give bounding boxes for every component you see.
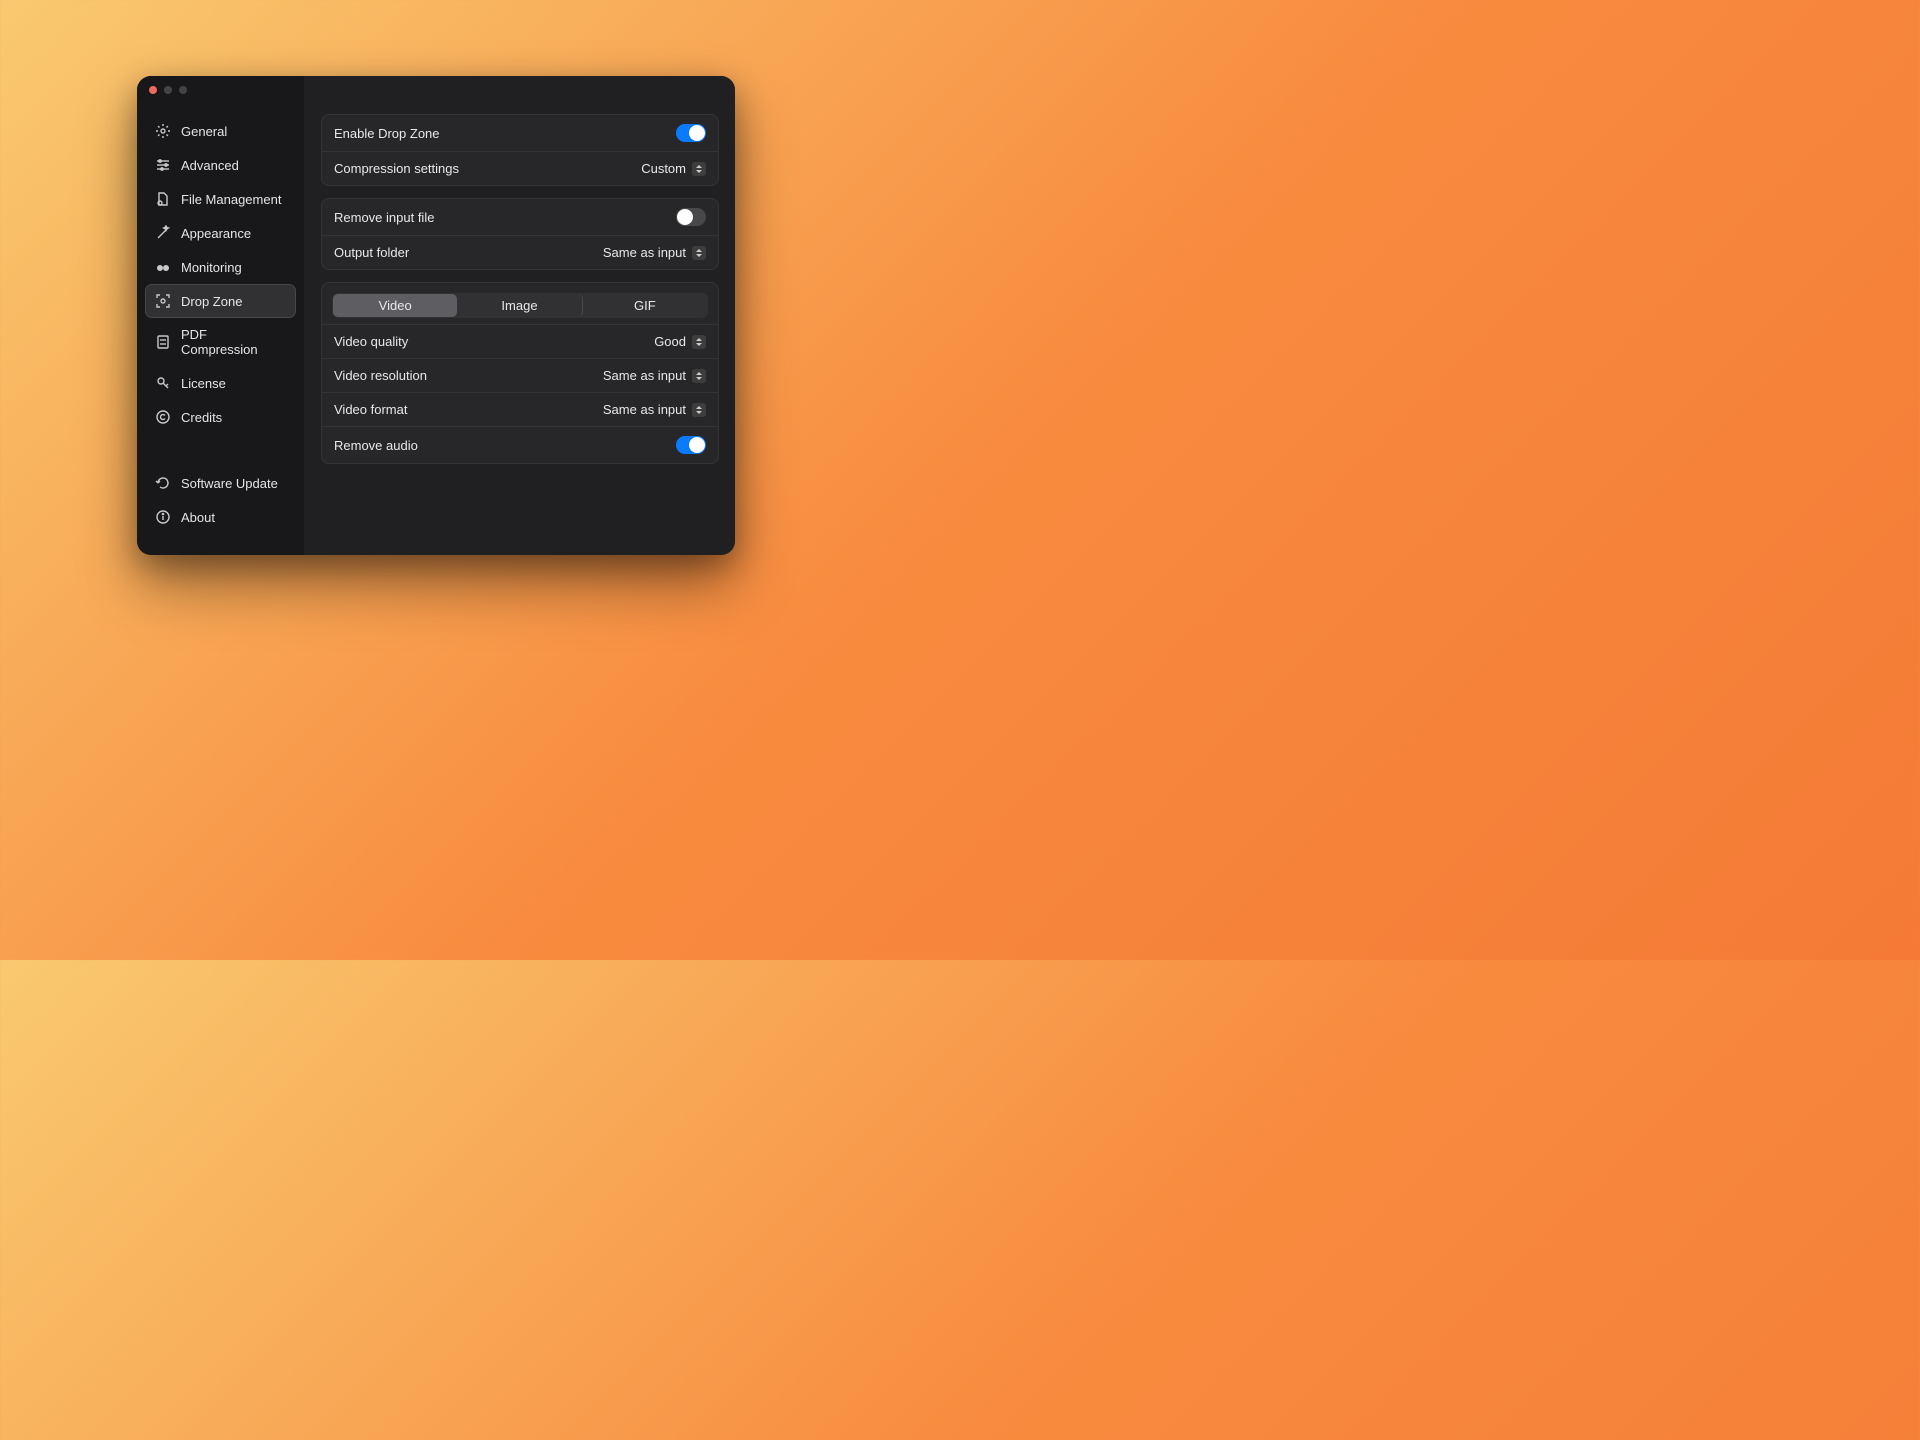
minimize-window-button[interactable] <box>164 86 172 94</box>
segment-gif[interactable]: GIF <box>583 294 707 317</box>
chevrons-icon <box>692 162 706 176</box>
row-video-resolution: Video resolution Same as input <box>322 359 718 393</box>
segment-image[interactable]: Image <box>457 294 582 317</box>
chevrons-icon <box>692 369 706 383</box>
sidebar-item-label: Advanced <box>181 158 239 173</box>
remove-audio-toggle[interactable] <box>676 436 706 454</box>
row-output-folder: Output folder Same as input <box>322 236 718 269</box>
panel-drop-zone: Enable Drop Zone Compression settings Cu… <box>321 114 719 186</box>
sidebar-item-label: License <box>181 376 226 391</box>
video-resolution-value: Same as input <box>603 368 686 383</box>
info-icon <box>155 509 171 525</box>
pdf-icon <box>155 334 171 350</box>
row-remove-audio: Remove audio <box>322 427 718 463</box>
sidebar-item-drop-zone[interactable]: Drop Zone <box>145 284 296 318</box>
sidebar-item-label: PDF Compression <box>181 327 286 357</box>
chevrons-icon <box>692 246 706 260</box>
sidebar-item-label: Drop Zone <box>181 294 242 309</box>
row-enable-drop-zone: Enable Drop Zone <box>322 115 718 152</box>
sidebar-item-general[interactable]: General <box>145 114 296 148</box>
sidebar: General Advanced File Management Appeara… <box>137 76 305 555</box>
sidebar-item-label: General <box>181 124 227 139</box>
sidebar-item-appearance[interactable]: Appearance <box>145 216 296 250</box>
output-folder-label: Output folder <box>334 245 409 260</box>
compression-settings-select[interactable]: Custom <box>641 161 706 176</box>
video-quality-label: Video quality <box>334 334 408 349</box>
row-video-format: Video format Same as input <box>322 393 718 427</box>
maximize-window-button[interactable] <box>179 86 187 94</box>
sidebar-item-label: Software Update <box>181 476 278 491</box>
copyright-icon <box>155 409 171 425</box>
sidebar-item-label: Monitoring <box>181 260 242 275</box>
remove-input-file-toggle[interactable] <box>676 208 706 226</box>
key-icon <box>155 375 171 391</box>
compression-settings-label: Compression settings <box>334 161 459 176</box>
sidebar-item-label: Appearance <box>181 226 251 241</box>
chevrons-icon <box>692 335 706 349</box>
video-format-label: Video format <box>334 402 407 417</box>
video-format-value: Same as input <box>603 402 686 417</box>
sidebar-item-pdf-compression[interactable]: PDF Compression <box>145 318 296 366</box>
drop-target-icon <box>155 293 171 309</box>
media-segmented-control: Video Image GIF <box>332 293 708 318</box>
sidebar-item-license[interactable]: License <box>145 366 296 400</box>
wand-icon <box>155 225 171 241</box>
close-window-button[interactable] <box>149 86 157 94</box>
video-resolution-select[interactable]: Same as input <box>603 368 706 383</box>
compression-settings-value: Custom <box>641 161 686 176</box>
row-video-quality: Video quality Good <box>322 324 718 359</box>
refresh-icon <box>155 475 171 491</box>
enable-drop-zone-toggle[interactable] <box>676 124 706 142</box>
content-area: Enable Drop Zone Compression settings Cu… <box>305 76 735 555</box>
sidebar-item-software-update[interactable]: Software Update <box>145 466 296 500</box>
row-compression-settings: Compression settings Custom <box>322 152 718 185</box>
sidebar-item-label: About <box>181 510 215 525</box>
video-quality-value: Good <box>654 334 686 349</box>
video-quality-select[interactable]: Good <box>654 334 706 349</box>
chevrons-icon <box>692 403 706 417</box>
sidebar-item-monitoring[interactable]: Monitoring <box>145 250 296 284</box>
panel-media: Video Image GIF Video quality Good <box>321 282 719 464</box>
video-format-select[interactable]: Same as input <box>603 402 706 417</box>
gear-icon <box>155 123 171 139</box>
segment-video[interactable]: Video <box>333 294 457 317</box>
row-remove-input-file: Remove input file <box>322 199 718 236</box>
file-gear-icon <box>155 191 171 207</box>
sidebar-item-about[interactable]: About <box>145 500 296 534</box>
window-controls <box>149 86 187 94</box>
panel-io: Remove input file Output folder Same as … <box>321 198 719 270</box>
sidebar-item-credits[interactable]: Credits <box>145 400 296 434</box>
remove-input-file-label: Remove input file <box>334 210 434 225</box>
sidebar-item-label: Credits <box>181 410 222 425</box>
remove-audio-label: Remove audio <box>334 438 418 453</box>
enable-drop-zone-label: Enable Drop Zone <box>334 126 440 141</box>
sliders-icon <box>155 157 171 173</box>
sidebar-item-advanced[interactable]: Advanced <box>145 148 296 182</box>
sidebar-item-file-management[interactable]: File Management <box>145 182 296 216</box>
binoculars-icon <box>155 259 171 275</box>
video-resolution-label: Video resolution <box>334 368 427 383</box>
sidebar-item-label: File Management <box>181 192 281 207</box>
output-folder-select[interactable]: Same as input <box>603 245 706 260</box>
output-folder-value: Same as input <box>603 245 686 260</box>
preferences-window: General Advanced File Management Appeara… <box>137 76 735 555</box>
